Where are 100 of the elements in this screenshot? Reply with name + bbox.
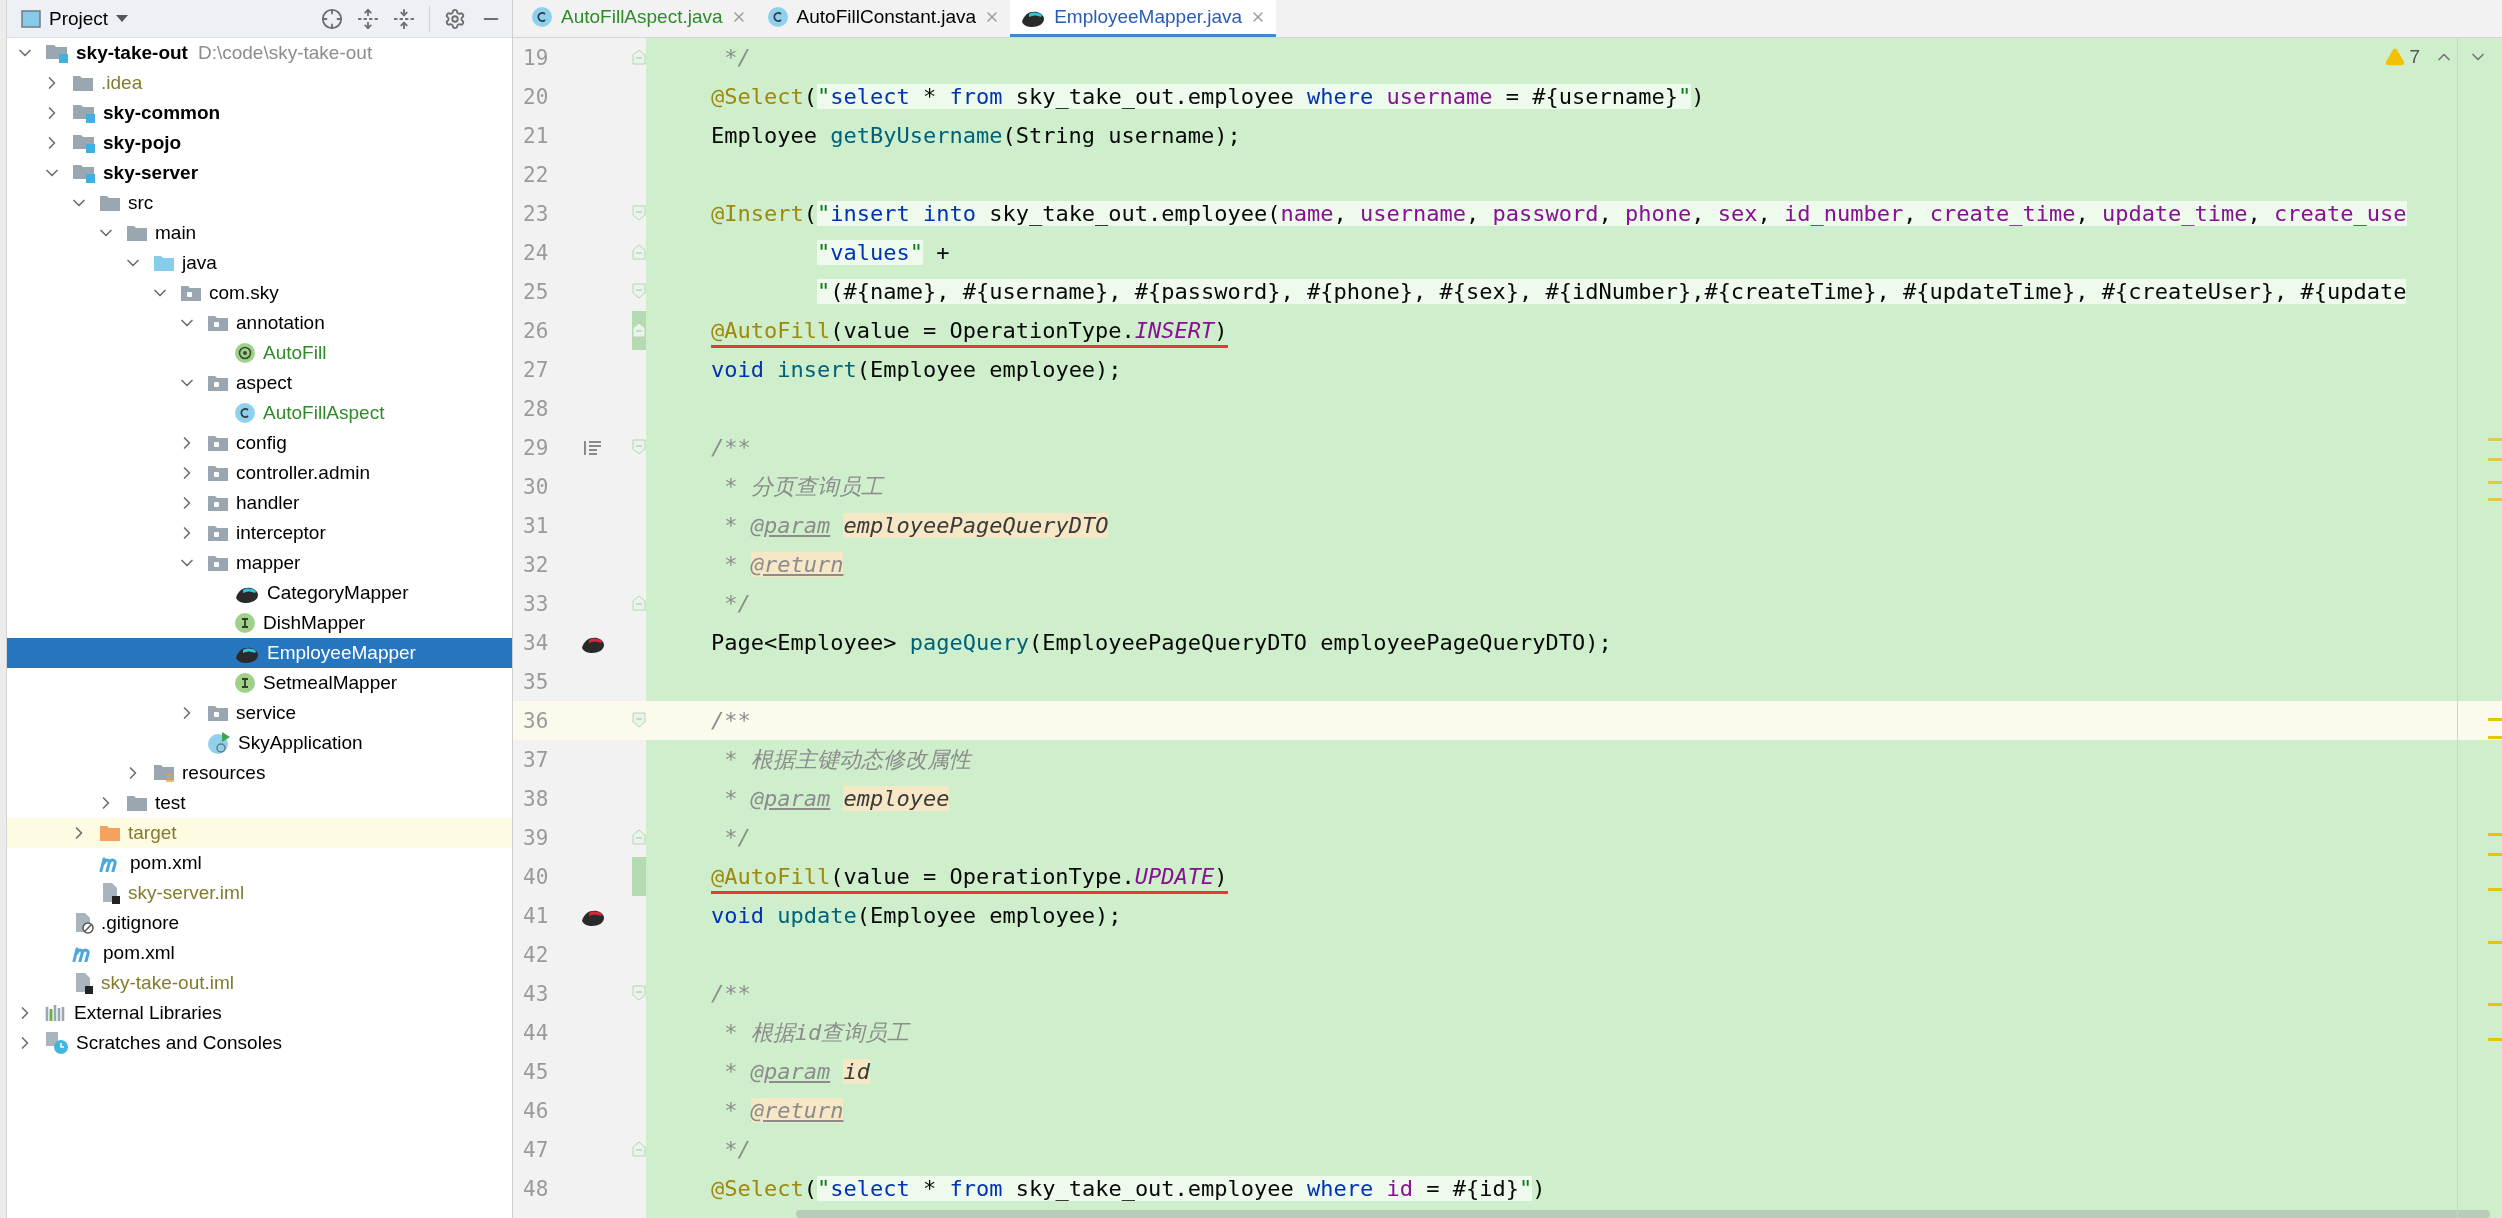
fold-marker-icon[interactable] [632,283,646,299]
tree-item[interactable]: sky-pojo [7,128,512,158]
doc-render-icon[interactable] [583,439,603,456]
editor-tab[interactable]: AutoFillConstant.java [756,0,1011,37]
module-folder-icon [72,133,96,153]
settings-icon[interactable] [444,7,466,30]
line-number: 46 [522,1098,550,1123]
code-line: * @param employee [723,785,950,813]
code-line: "values" + [815,239,950,267]
line-number: 37 [522,747,550,772]
tree-item[interactable]: sky-common [7,98,512,128]
line-number: 30 [522,474,550,499]
scratch-file-icon [45,1031,69,1055]
tree-item[interactable]: pom.xml [7,848,512,878]
tree-item[interactable]: target [7,818,512,848]
collapse-all-icon[interactable] [393,7,415,30]
code-line: */ [723,824,751,852]
annotation-icon [234,342,256,364]
tree-item[interactable]: test [7,788,512,818]
fold-marker-icon[interactable] [632,712,646,728]
line-number: 24 [522,240,550,265]
tree-item[interactable]: config [7,428,512,458]
tree-item[interactable]: EmployeeMapper [7,638,512,668]
tree-item[interactable]: sky-take-out D:\code\sky-take-out [7,38,512,68]
warning-counter[interactable]: 7 [2385,46,2420,68]
line-number: 19 [522,45,550,70]
tree-item[interactable]: mapper [7,548,512,578]
editor-tab[interactable]: AutoFillAspect.java [521,0,757,37]
code-line: void insert(Employee employee); [710,356,1122,384]
tree-item[interactable]: interceptor [7,518,512,548]
code-line: * @return [723,1097,844,1125]
tree-item[interactable]: sky-take-out.iml [7,968,512,998]
interface-icon [234,672,256,694]
tree-item[interactable]: pom.xml [7,938,512,968]
tree-item[interactable]: AutoFill [7,338,512,368]
code-line: * @param employeePageQueryDTO [723,512,1109,540]
line-number: 34 [522,630,550,655]
tree-item[interactable]: .idea [7,68,512,98]
line-number: 35 [522,669,550,694]
line-number: 41 [522,903,550,928]
tree-item[interactable]: resources [7,758,512,788]
tree-item[interactable]: Scratches and Consoles [7,1028,512,1058]
folder-icon [99,194,121,212]
fold-marker-icon[interactable] [632,595,646,611]
tree-item[interactable]: main [7,218,512,248]
tree-item[interactable]: .gitignore [7,908,512,938]
tree-item[interactable]: CategoryMapper [7,578,512,608]
tree-item[interactable]: External Libraries [7,998,512,1028]
module-folder-icon [45,43,69,63]
tree-item[interactable]: annotation [7,308,512,338]
fold-marker-icon[interactable] [632,49,646,65]
line-number: 20 [522,84,550,109]
tree-item[interactable]: SkyApplication [7,728,512,758]
code-line: * 根据id查询员工 [723,1019,910,1047]
line-number: 22 [522,162,550,187]
fold-marker-icon[interactable] [632,244,646,260]
line-number: 32 [522,552,550,577]
package-folder-icon [207,704,229,722]
tree-item[interactable]: service [7,698,512,728]
line-number: 33 [522,591,550,616]
code-line: * @param id [723,1058,870,1086]
tree-item[interactable]: sky-server [7,158,512,188]
tree-item[interactable]: java [7,248,512,278]
scrollbar-thumb[interactable] [796,1209,2490,1218]
code-line: Employee getByUsername(String username); [710,122,1241,150]
crosshair-icon[interactable] [321,7,343,30]
tree-item[interactable]: AutoFillAspect [7,398,512,428]
folder-icon [99,824,121,842]
tree-item[interactable]: controller.admin [7,458,512,488]
line-number: 38 [522,786,550,811]
line-number: 39 [522,825,550,850]
line-number: 23 [522,201,550,226]
tree-item[interactable]: com.sky [7,278,512,308]
tree-item[interactable]: sky-server.iml [7,878,512,908]
line-number: 47 [522,1137,550,1162]
view-selector[interactable]: Project [49,7,129,30]
class-icon [234,402,256,424]
editor-tab[interactable]: EmployeeMapper.java [1010,0,1277,37]
tree-item[interactable]: SetmealMapper [7,668,512,698]
panel-icon [21,9,41,28]
package-folder-icon [207,464,229,482]
fold-marker-icon[interactable] [632,1141,646,1157]
tree-item[interactable]: aspect [7,368,512,398]
fold-marker-icon[interactable] [632,985,646,1001]
run-class-icon [207,731,231,755]
line-number: 43 [522,981,550,1006]
line-number: 48 [522,1176,550,1201]
code-line: @Select("select * from sky_take_out.employee where username = #{username}") [710,83,1705,111]
fold-marker-icon[interactable] [632,205,646,221]
package-folder-icon [207,434,229,452]
fold-marker-icon[interactable] [632,829,646,845]
fold-marker-icon[interactable] [632,439,646,455]
tree-item[interactable]: src [7,188,512,218]
package-folder-icon [207,524,229,542]
code-line: @AutoFill(value = OperationType.UPDATE) [658,861,1228,892]
line-number: 26 [522,318,550,343]
tree-item[interactable]: DishMapper [7,608,512,638]
expand-all-icon[interactable] [357,7,379,30]
tree-item[interactable]: handler [7,488,512,518]
code-line: /** [710,707,751,735]
